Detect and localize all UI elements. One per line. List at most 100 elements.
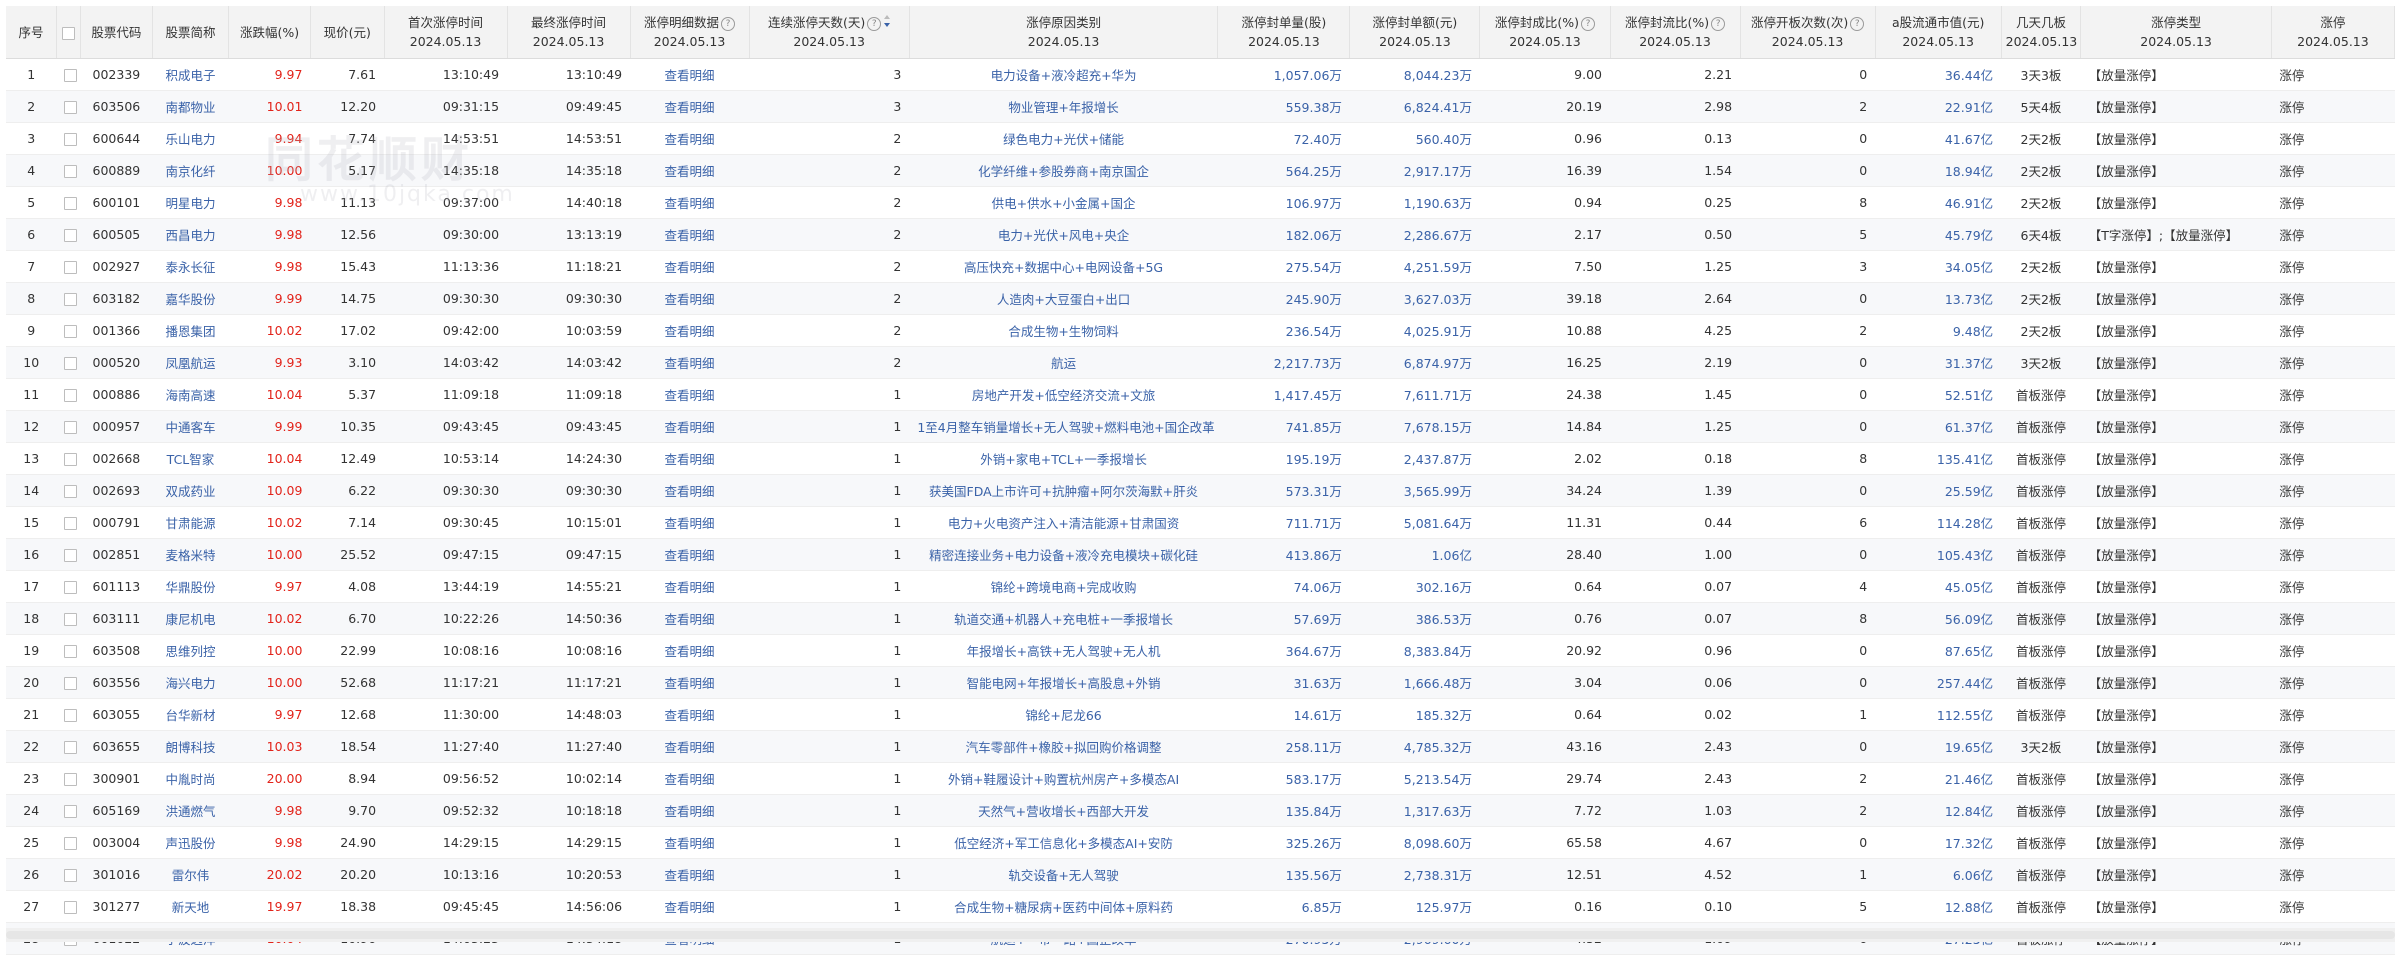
col-header-seal-volume[interactable]: 涨停封单量(股) 2024.05.13 — [1217, 6, 1351, 59]
cell-select[interactable] — [56, 346, 81, 379]
table-row[interactable]: 26 301016 雷尔伟 20.02 20.20 10:13:16 10:20:53 查看明… — [6, 858, 2395, 891]
cell-select[interactable] — [56, 186, 81, 219]
help-icon[interactable]: ? — [1711, 17, 1726, 31]
cell-detail-link[interactable]: 查看明细 — [630, 858, 750, 891]
cell-name[interactable]: TCL智家 — [152, 442, 229, 475]
cell-name[interactable]: 海南高速 — [152, 378, 229, 411]
cell-select[interactable] — [56, 474, 81, 507]
cell-name[interactable]: 声迅股份 — [152, 826, 229, 859]
cell-select[interactable] — [56, 538, 81, 571]
row-checkbox[interactable] — [64, 549, 78, 562]
cell-select[interactable] — [56, 442, 81, 475]
table-row[interactable]: 20 603556 海兴电力 10.00 52.68 11:17:21 11:17:21 查看… — [6, 666, 2395, 699]
cell-name[interactable]: 雷尔伟 — [152, 858, 229, 891]
cell-detail-link[interactable]: 查看明细 — [630, 666, 750, 699]
cell-name[interactable]: 华鼎股份 — [152, 570, 229, 603]
cell-select[interactable] — [56, 90, 81, 123]
cell-name[interactable]: 南都物业 — [152, 90, 229, 123]
cell-select[interactable] — [56, 890, 81, 923]
cell-select[interactable] — [56, 122, 81, 155]
cell-name[interactable]: 乐山电力 — [152, 122, 229, 155]
row-checkbox[interactable] — [64, 101, 78, 114]
row-checkbox[interactable] — [64, 197, 78, 210]
table-row[interactable]: 2 603506 南都物业 10.01 12.20 09:31:15 09:49:45 查看明… — [6, 90, 2395, 123]
help-icon[interactable]: ? — [867, 17, 882, 31]
col-header-seal-float-ratio[interactable]: 涨停封流比(%)? 2024.05.13 — [1610, 6, 1741, 59]
row-checkbox[interactable] — [64, 261, 78, 274]
cell-detail-link[interactable]: 查看明细 — [630, 794, 750, 827]
row-checkbox[interactable] — [64, 837, 78, 850]
cell-reason[interactable]: 低空经济+军工信息化+多模态AI+安防 — [909, 826, 1218, 859]
horizontal-scrollbar-thumb[interactable] — [6, 931, 2395, 939]
row-checkbox[interactable] — [64, 165, 78, 178]
cell-select[interactable] — [56, 250, 81, 283]
col-header-seal-amount[interactable]: 涨停封单额(元) 2024.05.13 — [1349, 6, 1481, 59]
cell-reason[interactable]: 人造肉+大豆蛋白+出口 — [909, 282, 1218, 315]
row-checkbox[interactable] — [64, 613, 78, 626]
cell-select[interactable] — [56, 154, 81, 187]
table-row[interactable]: 22 603655 朗博科技 10.03 18.54 11:27:40 11:27:40 查看… — [6, 730, 2395, 763]
cell-detail-link[interactable]: 查看明细 — [630, 122, 750, 155]
table-row[interactable]: 19 603508 思维列控 10.00 22.99 10:08:16 10:08:16 查看… — [6, 634, 2395, 667]
cell-reason[interactable]: 轨交设备+无人驾驶 — [909, 858, 1218, 891]
cell-reason[interactable]: 电力设备+液冷超充+华为 — [909, 58, 1218, 91]
cell-detail-link[interactable]: 查看明细 — [630, 218, 750, 251]
cell-detail-link[interactable]: 查看明细 — [630, 730, 750, 763]
cell-select[interactable] — [56, 762, 81, 795]
col-header-days[interactable]: 连续涨停天数(天)? 2024.05.13 — [749, 6, 910, 59]
cell-reason[interactable]: 电力+火电资产注入+清洁能源+甘肃国资 — [909, 506, 1218, 539]
cell-reason[interactable]: 合成生物+糖尿病+医药中间体+原料药 — [909, 890, 1218, 923]
cell-select[interactable] — [56, 314, 81, 347]
cell-name[interactable]: 台华新材 — [152, 698, 229, 731]
row-checkbox[interactable] — [64, 741, 78, 754]
cell-name[interactable]: 播恩集团 — [152, 314, 229, 347]
table-row[interactable]: 4 600889 南京化纤 10.00 5.17 14:35:18 14:35:18 查看明细… — [6, 154, 2395, 187]
cell-detail-link[interactable]: 查看明细 — [630, 634, 750, 667]
row-checkbox[interactable] — [64, 869, 78, 882]
cell-reason[interactable]: 供电+供水+小金属+国企 — [909, 186, 1218, 219]
row-checkbox[interactable] — [64, 517, 78, 530]
table-row[interactable]: 18 603111 康尼机电 10.02 6.70 10:22:26 14:50:36 查看明… — [6, 602, 2395, 635]
cell-reason[interactable]: 汽车零部件+橡胶+拟回购价格调整 — [909, 730, 1218, 763]
table-row[interactable]: 5 600101 明星电力 9.98 11.13 09:37:00 14:40:18 查看明细… — [6, 186, 2395, 219]
table-row[interactable]: 27 301277 新天地 19.97 18.38 09:45:45 14:56:06 查看明… — [6, 890, 2395, 923]
cell-select[interactable] — [56, 858, 81, 891]
row-checkbox[interactable] — [64, 293, 78, 306]
cell-detail-link[interactable]: 查看明细 — [630, 442, 750, 475]
table-row[interactable]: 1 002339 积成电子 9.97 7.61 13:10:49 13:10:49 查看明细 3… — [6, 58, 2395, 91]
cell-name[interactable]: 双成药业 — [152, 474, 229, 507]
cell-reason[interactable]: 航运 — [909, 346, 1218, 379]
cell-reason[interactable]: 1至4月整车销量增长+无人驾驶+燃料电池+国企改革 — [909, 410, 1218, 443]
row-checkbox[interactable] — [64, 453, 78, 466]
cell-detail-link[interactable]: 查看明细 — [630, 58, 750, 91]
cell-detail-link[interactable]: 查看明细 — [630, 90, 750, 123]
row-checkbox[interactable] — [64, 581, 78, 594]
cell-name[interactable]: 甘肃能源 — [152, 506, 229, 539]
table-row[interactable]: 3 600644 乐山电力 9.94 7.74 14:53:51 14:53:51 查看明细 2… — [6, 122, 2395, 155]
table-row[interactable]: 15 000791 甘肃能源 10.02 7.14 09:30:45 10:15:01 查看明… — [6, 506, 2395, 539]
row-checkbox[interactable] — [64, 389, 78, 402]
table-row[interactable]: 14 002693 双成药业 10.09 6.22 09:30:30 09:30:30 查看明… — [6, 474, 2395, 507]
table-row[interactable]: 6 600505 西昌电力 9.98 12.56 09:30:00 13:13:19 查看明细… — [6, 218, 2395, 251]
row-checkbox[interactable] — [64, 805, 78, 818]
col-header-last-time[interactable]: 最终涨停时间 2024.05.13 — [507, 6, 631, 59]
row-checkbox[interactable] — [64, 229, 78, 242]
cell-name[interactable]: 新天地 — [152, 890, 229, 923]
table-row[interactable]: 16 002851 麦格米特 10.00 25.52 09:47:15 09:47:15 查看… — [6, 538, 2395, 571]
col-header-seq[interactable]: 序号 — [6, 6, 57, 59]
col-header-boards[interactable]: 几天几板 2024.05.13 — [2001, 6, 2082, 59]
table-row[interactable]: 9 001366 播恩集团 10.02 17.02 09:42:00 10:03:59 查看明… — [6, 314, 2395, 347]
col-header-float-cap[interactable]: a股流通市值(元) 2024.05.13 — [1875, 6, 2002, 59]
cell-name[interactable]: 中胤时尚 — [152, 762, 229, 795]
select-all-checkbox[interactable] — [62, 26, 75, 40]
cell-select[interactable] — [56, 282, 81, 315]
row-checkbox[interactable] — [64, 485, 78, 498]
col-header-limit-type[interactable]: 涨停类型 2024.05.13 — [2080, 6, 2272, 59]
cell-detail-link[interactable]: 查看明细 — [630, 154, 750, 187]
cell-select[interactable] — [56, 634, 81, 667]
cell-detail-link[interactable]: 查看明细 — [630, 346, 750, 379]
row-checkbox[interactable] — [64, 773, 78, 786]
cell-name[interactable]: 洪通燃气 — [152, 794, 229, 827]
cell-name[interactable]: 泰永长征 — [152, 250, 229, 283]
row-checkbox[interactable] — [64, 69, 78, 82]
